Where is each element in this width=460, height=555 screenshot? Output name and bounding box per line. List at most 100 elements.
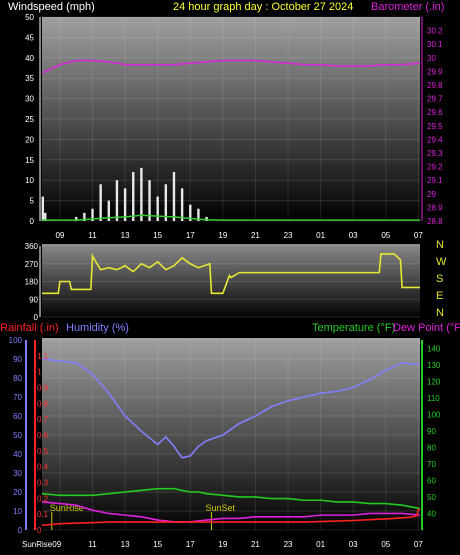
baro-tick-label: 28.8 bbox=[427, 217, 443, 226]
x-tick-label: 17 bbox=[186, 231, 195, 240]
rain-tick-label: 0.5 bbox=[37, 447, 49, 456]
direction-tick-label: 0 bbox=[34, 313, 39, 322]
x-tick-label: 09 bbox=[55, 231, 64, 240]
rain-tick-label: 0 bbox=[37, 526, 42, 535]
wind-gust-bar bbox=[132, 172, 135, 221]
baro-tick-label: 29.1 bbox=[427, 176, 443, 185]
x-tick-label: 15 bbox=[153, 231, 162, 240]
x-tick-label: 03 bbox=[349, 540, 358, 549]
compass-label: W bbox=[436, 256, 447, 268]
temperature-tick-label: 50 bbox=[427, 493, 436, 502]
x-tick-label: 01 bbox=[316, 231, 325, 240]
baro-tick-label: 29.8 bbox=[427, 81, 443, 90]
x-tick-label: 17 bbox=[186, 540, 195, 549]
wind-gust-bar bbox=[180, 188, 184, 221]
wind-gust-bar bbox=[156, 196, 159, 221]
x-tick-label: 15 bbox=[153, 540, 162, 549]
rain-tick-label: 0.2 bbox=[37, 494, 49, 503]
compass-label: E bbox=[436, 290, 443, 302]
compass-label: N bbox=[436, 239, 444, 251]
rain-tick-label: 0.6 bbox=[37, 431, 49, 440]
temperature-tick-label: 60 bbox=[427, 476, 436, 485]
baro-tick-label: 29 bbox=[427, 190, 436, 199]
baro-tick-label: 29.5 bbox=[427, 122, 443, 131]
humidity-tick-label: 0 bbox=[18, 526, 23, 535]
rainfall-label: Rainfall (.in) bbox=[0, 322, 59, 334]
temperature-tick-label: 70 bbox=[427, 460, 436, 469]
wind-gust-bar bbox=[172, 172, 176, 221]
humidity-tick-label: 40 bbox=[13, 450, 22, 459]
wind-tick-label: 10 bbox=[25, 176, 34, 185]
barometer-label: Barometer (.in) bbox=[371, 1, 444, 13]
humidity-tick-label: 30 bbox=[13, 469, 22, 478]
sunrise-tick-label: SunRise09 bbox=[22, 540, 62, 549]
baro-tick-label: 30.1 bbox=[427, 40, 443, 49]
x-tick-label: 11 bbox=[88, 540, 97, 549]
wind-gust-bar bbox=[140, 167, 143, 221]
temperature-tick-label: 140 bbox=[427, 344, 441, 353]
x-tick-label: 03 bbox=[349, 231, 358, 240]
baro-tick-label: 28.9 bbox=[427, 203, 443, 212]
temperature-label: Temperature (°F) bbox=[312, 322, 395, 334]
x-tick-label: 05 bbox=[381, 231, 390, 240]
direction-tick-label: 270 bbox=[25, 260, 39, 269]
rain-tick-label: 0.9 bbox=[37, 384, 49, 393]
x-tick-label: 21 bbox=[251, 231, 260, 240]
compass-label: S bbox=[436, 273, 443, 285]
wind-gust-bar bbox=[115, 180, 119, 221]
wind-tick-label: 50 bbox=[25, 13, 34, 22]
rain-tick-label: 0.1 bbox=[37, 510, 49, 519]
baro-tick-label: 29.6 bbox=[427, 108, 443, 117]
baro-tick-label: 29.3 bbox=[427, 149, 443, 158]
wind-tick-label: 40 bbox=[25, 54, 34, 63]
x-tick-label: 11 bbox=[88, 231, 97, 240]
direction-tick-label: 180 bbox=[25, 278, 39, 287]
wind-tick-label: 15 bbox=[25, 156, 34, 165]
temperature-tick-label: 130 bbox=[427, 361, 441, 370]
baro-tick-label: 29.7 bbox=[427, 95, 443, 104]
wind-tick-label: 20 bbox=[25, 135, 34, 144]
humidity-tick-label: 80 bbox=[13, 374, 22, 383]
sunset-label: SunSet bbox=[205, 503, 235, 513]
rain-tick-label: 0.3 bbox=[37, 479, 49, 488]
baro-tick-label: 29.2 bbox=[427, 163, 443, 172]
wind-tick-label: 45 bbox=[25, 33, 34, 42]
rain-tick-label: 0.8 bbox=[37, 399, 49, 408]
x-tick-label: 01 bbox=[316, 540, 325, 549]
rain-tick-label: 0.7 bbox=[37, 415, 49, 424]
temperature-tick-label: 120 bbox=[427, 377, 441, 386]
rain-tick-label: 0.4 bbox=[37, 463, 49, 472]
temperature-tick-label: 80 bbox=[427, 443, 436, 452]
x-tick-label: 21 bbox=[251, 540, 260, 549]
rain-tick-label: 1 bbox=[37, 368, 42, 377]
baro-tick-label: 29.9 bbox=[427, 67, 443, 76]
weather-graph: Windspeed (mph) 24 hour graph day : Octo… bbox=[0, 1, 460, 549]
wind-gust-bar bbox=[164, 184, 168, 221]
x-tick-label: 07 bbox=[414, 540, 423, 549]
wind-gust-bar bbox=[148, 180, 151, 221]
temperature-tick-label: 90 bbox=[427, 427, 436, 436]
humidity-tick-label: 60 bbox=[13, 412, 22, 421]
x-tick-label: 07 bbox=[414, 231, 423, 240]
windspeed-label: Windspeed (mph) bbox=[8, 1, 95, 13]
x-tick-label: 23 bbox=[284, 540, 293, 549]
humidity-tick-label: 50 bbox=[13, 431, 22, 440]
wind-gust-bar bbox=[41, 196, 45, 221]
temperature-tick-label: 40 bbox=[427, 509, 436, 518]
wind-tick-label: 5 bbox=[30, 197, 35, 206]
x-tick-label: 05 bbox=[381, 540, 390, 549]
rain-tick-label: 1.1 bbox=[37, 352, 49, 361]
humidity-tick-label: 10 bbox=[13, 507, 22, 516]
humidity-tick-label: 70 bbox=[13, 393, 22, 402]
direction-tick-label: 360 bbox=[25, 242, 39, 251]
x-tick-label: 13 bbox=[121, 540, 130, 549]
humidity-tick-label: 100 bbox=[9, 336, 23, 345]
baro-tick-label: 29.4 bbox=[427, 135, 443, 144]
x-tick-label: 19 bbox=[218, 231, 227, 240]
compass-label: N bbox=[436, 307, 444, 319]
baro-tick-label: 30.2 bbox=[427, 27, 443, 36]
x-tick-label: 23 bbox=[284, 231, 293, 240]
humidity-tick-label: 20 bbox=[13, 488, 22, 497]
wind-tick-label: 35 bbox=[25, 74, 34, 83]
wind-tick-label: 25 bbox=[25, 115, 34, 124]
